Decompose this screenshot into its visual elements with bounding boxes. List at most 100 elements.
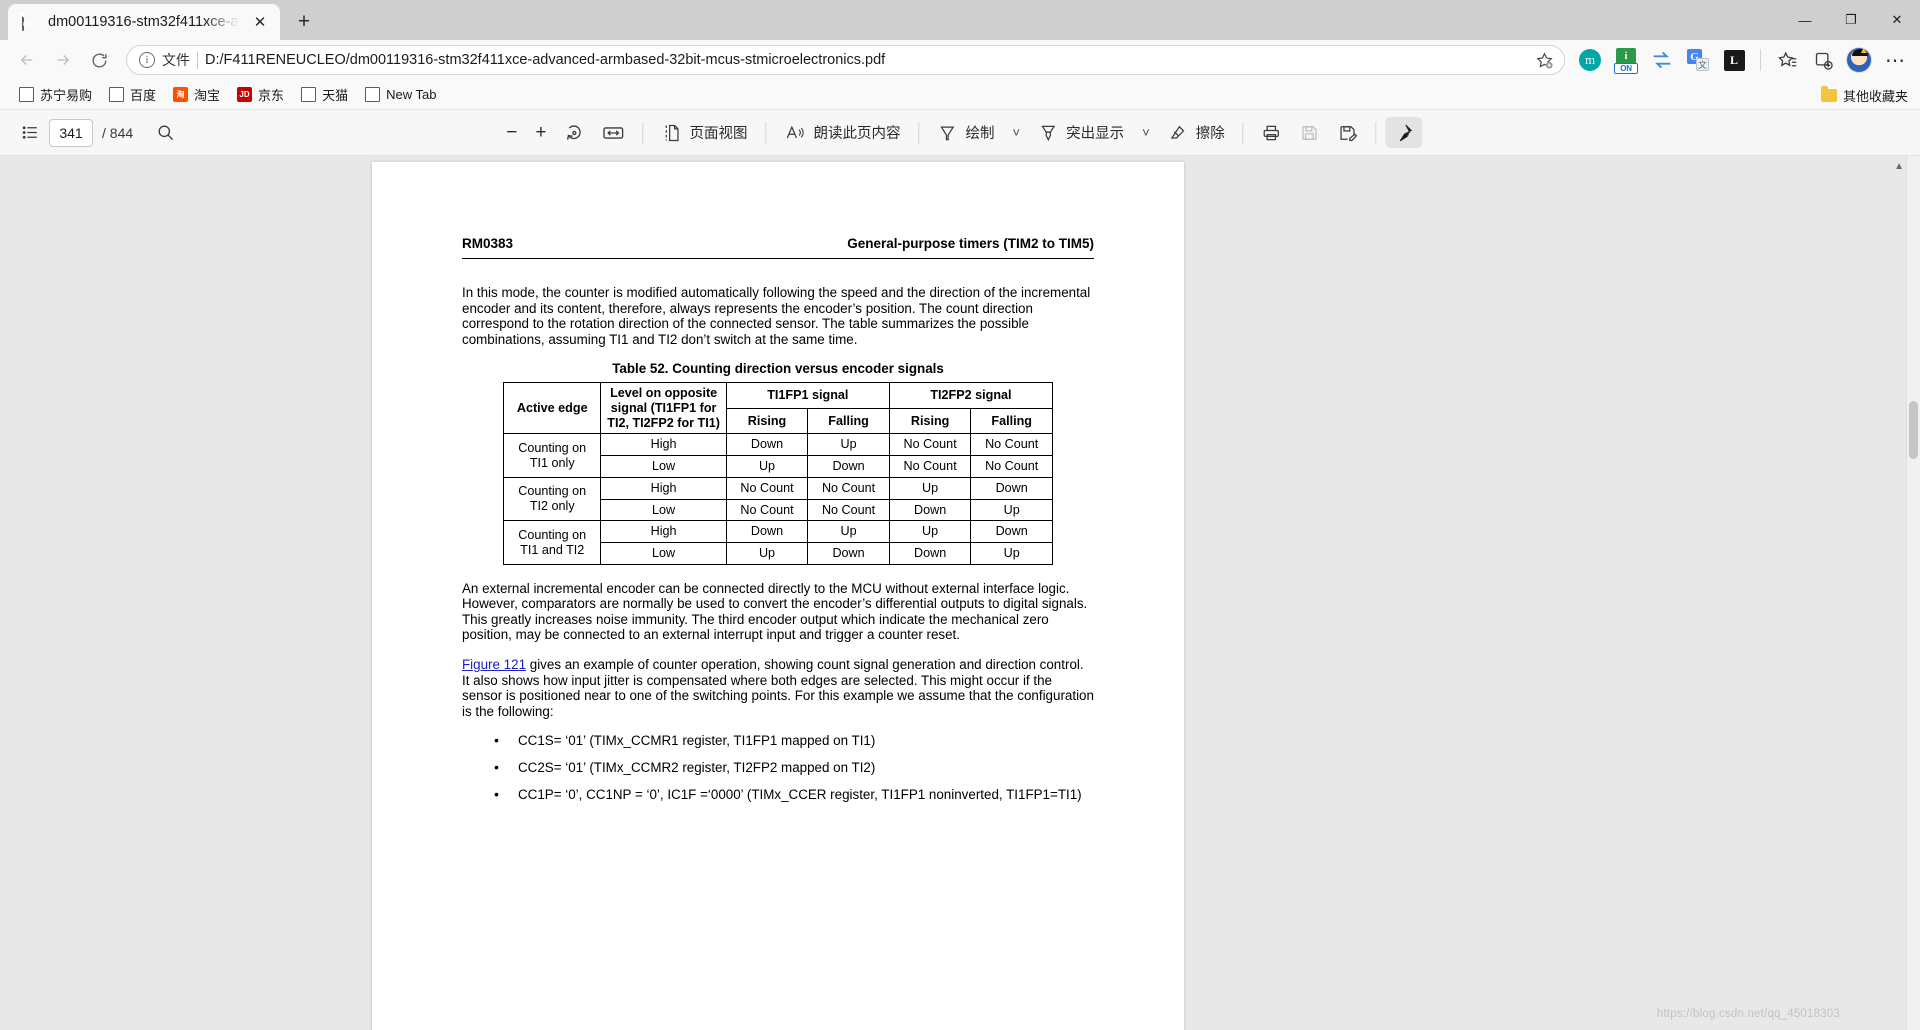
bookmark-label: 淘宝 — [194, 88, 221, 103]
address-bar[interactable]: i 文件 D:/F411RENEUCLEO/dm00119316-stm32f4… — [126, 45, 1565, 75]
favorites-list-icon[interactable] — [1772, 45, 1802, 75]
maximize-icon[interactable]: ❐ — [1828, 0, 1874, 40]
search-icon[interactable] — [147, 117, 184, 148]
total-pages-label: / 844 — [102, 124, 134, 141]
highlight-options-chevron[interactable]: ˅ — [1133, 119, 1159, 146]
bookmark-item[interactable]: JD 京东 — [230, 82, 291, 107]
cell-ti2-rising: Down — [888, 498, 972, 522]
cell-ti2-rising: No Count — [888, 455, 972, 478]
draw-button[interactable]: 绘制 — [929, 116, 1004, 149]
cell-level: High — [600, 433, 727, 457]
minimize-icon[interactable]: — — [1782, 0, 1828, 40]
google-translate-extension-icon[interactable]: G文 — [1683, 45, 1713, 75]
cell-ti1-falling: Down — [807, 542, 890, 565]
fit-to-width-button[interactable] — [594, 117, 634, 149]
table-of-contents-icon[interactable] — [12, 117, 49, 148]
scrollbar-thumb[interactable] — [1909, 401, 1918, 459]
page-view-button[interactable]: 页面视图 — [653, 116, 757, 149]
pin-toolbar-button[interactable] — [1385, 117, 1423, 148]
page-icon — [301, 87, 317, 102]
header-document-id: RM0383 — [462, 236, 514, 251]
header-section-title: General-purpose timers (TIM2 to TIM5) — [847, 236, 1094, 251]
zoom-out-button[interactable]: − — [497, 116, 526, 150]
close-window-icon[interactable]: ✕ — [1874, 0, 1920, 40]
scheme-label: 文件 — [162, 52, 190, 68]
zoom-in-button[interactable]: + — [526, 116, 555, 150]
other-favorites-label: 其他收藏夹 — [1842, 88, 1908, 104]
erase-button[interactable]: 擦除 — [1159, 116, 1234, 149]
row-group-label: Counting on TI1 only — [502, 433, 602, 478]
cell-ti2-rising: Up — [888, 476, 972, 500]
divider — [1242, 121, 1244, 144]
cell-ti2-falling: Up — [970, 498, 1053, 522]
pin-icon — [1395, 123, 1414, 142]
adblock-extension-icon[interactable]: i ON — [1611, 45, 1641, 75]
pdf-page: RM0383 General-purpose timers (TIM2 to T… — [372, 162, 1184, 1030]
lark-extension-icon[interactable]: L — [1719, 45, 1749, 75]
cell-ti1-rising: Down — [725, 433, 809, 457]
cell-level: Low — [600, 498, 727, 522]
paragraph-figure-ref: Figure 121 gives an example of counter o… — [462, 657, 1094, 719]
bookmark-item[interactable]: 淘淘宝 — [166, 82, 227, 107]
encoder-direction-table: Active edge Level on opposite signal (TI… — [502, 382, 1054, 565]
cell-ti1-falling: No Count — [807, 476, 890, 500]
jd-icon: JD — [237, 87, 253, 102]
bookmark-item[interactable]: New Tab — [358, 84, 443, 105]
url-text[interactable]: D:/F411RENEUCLEO/dm00119316-stm32f411xce… — [205, 52, 1523, 68]
paragraph-figure-rest: gives an example of counter operation, s… — [462, 656, 1094, 719]
divider — [765, 121, 767, 144]
bookmark-item[interactable]: 天猫 — [294, 82, 355, 107]
rotate-button[interactable] — [556, 117, 594, 149]
collections-icon[interactable] — [1808, 45, 1838, 75]
highlight-button[interactable]: 突出显示 — [1029, 116, 1133, 149]
highlight-label: 突出显示 — [1066, 126, 1125, 142]
divider — [918, 121, 920, 144]
metamask-extension-icon[interactable]: m — [1575, 45, 1605, 75]
divider — [197, 51, 198, 69]
th-ti2fp2-signal: TI2FP2 signal — [888, 382, 1054, 409]
info-icon[interactable]: i — [139, 52, 155, 68]
table-row: Counting on TI2 only High No Count No Co… — [502, 476, 1053, 522]
sync-swap-extension-icon[interactable] — [1647, 45, 1677, 75]
th-active-edge: Active edge — [502, 382, 602, 435]
pdf-viewer[interactable]: RM0383 General-purpose timers (TIM2 to T… — [0, 156, 1920, 1030]
list-item: CC1P= ‘0’, CC1NP = ‘0’, IC1F =‘0000’ (TI… — [462, 786, 1094, 803]
print-button[interactable] — [1253, 117, 1291, 149]
th-falling-1: Falling — [807, 407, 890, 435]
vertical-scrollbar[interactable] — [1906, 156, 1920, 1030]
printer-icon — [1262, 123, 1282, 143]
close-icon[interactable]: ✕ — [248, 10, 272, 34]
taobao-icon: 淘 — [173, 87, 189, 102]
row-group-label: Counting on TI2 only — [502, 476, 602, 522]
figure-121-link[interactable]: Figure 121 — [462, 657, 526, 672]
cell-level: High — [600, 476, 727, 500]
pdf-file-icon — [22, 11, 39, 32]
new-tab-button[interactable]: + — [288, 6, 320, 38]
cell-ti2-falling: Up — [970, 542, 1053, 565]
page-number-input[interactable]: 341 — [49, 118, 93, 147]
watermark-text: https://blog.csdn.net/qq_45018303 — [1656, 1008, 1840, 1020]
save-as-button[interactable] — [1329, 117, 1367, 149]
cell-ti1-falling: No Count — [807, 498, 890, 522]
chevron-down-icon: ˅ — [1012, 125, 1021, 140]
eraser-icon — [1168, 123, 1188, 143]
add-favorite-star-icon[interactable] — [1530, 47, 1558, 73]
read-aloud-icon — [785, 123, 806, 143]
bookmark-item[interactable]: 百度 — [102, 82, 163, 107]
reload-icon[interactable] — [82, 43, 116, 77]
bookmark-item[interactable]: 苏宁易购 — [12, 82, 99, 107]
draw-options-chevron[interactable]: ˅ — [1004, 119, 1030, 146]
read-aloud-button[interactable]: 朗读此页内容 — [776, 116, 910, 149]
pdf-toolbar-center-group: − + 页面视图 朗读此页内容 绘制 ˅ 突出显示 ˅ 擦除 — [497, 116, 1423, 150]
paragraph-intro: In this mode, the counter is modified au… — [462, 285, 1091, 347]
browser-tab[interactable]: dm00119316-stm32f411xce-adva ✕ — [8, 4, 280, 40]
cell-ti2-falling: Down — [970, 520, 1053, 544]
back-icon[interactable] — [10, 43, 44, 77]
window-controls: — ❐ ✕ — [1782, 0, 1920, 40]
settings-and-more-icon[interactable]: ⋯ — [1880, 45, 1910, 75]
profile-avatar[interactable] — [1844, 45, 1874, 75]
other-favorites-button[interactable]: 其他收藏夹 — [1820, 80, 1908, 110]
divider — [1375, 121, 1377, 144]
scroll-up-icon[interactable]: ▲ — [1894, 161, 1904, 172]
forward-icon[interactable] — [46, 43, 80, 77]
